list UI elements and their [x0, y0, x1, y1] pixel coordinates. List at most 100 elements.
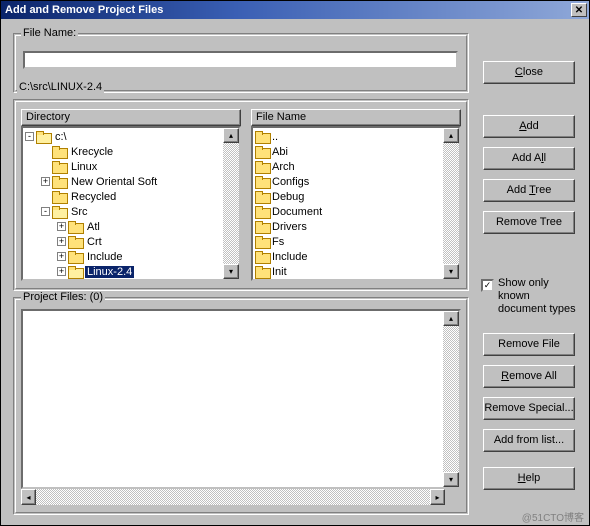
scroll-down-icon[interactable]: ▾ [443, 472, 459, 487]
folder-icon [68, 266, 82, 277]
directory-scrollbar[interactable]: ▴ ▾ [223, 128, 239, 279]
folder-icon [52, 161, 66, 172]
expander-icon[interactable]: + [57, 237, 66, 246]
help-button[interactable]: Help [483, 467, 575, 490]
file-item-label: Debug [272, 191, 304, 203]
file-item-label: Configs [272, 176, 309, 188]
scroll-up-icon[interactable]: ▴ [443, 311, 459, 326]
file-item[interactable]: Arch [253, 159, 443, 174]
file-item-label: Init [272, 266, 287, 278]
folder-icon [255, 266, 269, 277]
remove-special-button[interactable]: Remove Special... [483, 397, 575, 420]
file-item-label: Fs [272, 236, 284, 248]
file-item[interactable]: Configs [253, 174, 443, 189]
tree-item-label: Include [85, 251, 124, 263]
add-button[interactable]: Add [483, 115, 575, 138]
expander-icon [41, 162, 50, 171]
tree-item-label: Krecycle [69, 146, 115, 158]
file-list[interactable]: .. Abi Arch Configs Debug DocumentDrivers Fs In… [251, 126, 461, 281]
tree-item[interactable]: + New Oriental Soft [23, 174, 223, 189]
title-bar[interactable]: Add and Remove Project Files ✕ [1, 1, 589, 19]
folder-icon [52, 176, 66, 187]
tree-item-label: Linux-2.4 [85, 266, 134, 278]
add-all-button[interactable]: Add All [483, 147, 575, 170]
file-item[interactable]: Drivers [253, 219, 443, 234]
folder-icon [255, 251, 269, 262]
close-icon[interactable]: ✕ [571, 3, 587, 17]
scroll-right-icon[interactable]: ▸ [430, 489, 445, 505]
current-path-label: C:\src\LINUX-2.4 [17, 81, 104, 93]
file-item-label: Abi [272, 146, 288, 158]
folder-icon [52, 206, 66, 217]
directory-header[interactable]: Directory [21, 109, 241, 126]
project-scrollbar-v[interactable]: ▴ ▾ [443, 311, 459, 487]
project-files-label: Project Files: (0) [21, 291, 105, 303]
tree-item[interactable]: + Include [23, 249, 223, 264]
folder-icon [68, 221, 82, 232]
folder-icon [255, 146, 269, 157]
expander-icon[interactable]: + [57, 222, 66, 231]
scroll-up-icon[interactable]: ▴ [223, 128, 239, 143]
file-item[interactable]: Debug [253, 189, 443, 204]
tree-item[interactable]: -c:\ [23, 129, 223, 144]
file-item-label: Include [272, 251, 307, 263]
file-name-input[interactable] [23, 51, 458, 69]
file-header[interactable]: File Name [251, 109, 461, 126]
file-item[interactable]: Include [253, 249, 443, 264]
file-scrollbar[interactable]: ▴ ▾ [443, 128, 459, 279]
expander-icon[interactable]: + [57, 267, 66, 276]
expander-icon[interactable]: - [41, 207, 50, 216]
watermark: @51CTO博客 [522, 509, 584, 524]
tree-item[interactable]: - Src [23, 204, 223, 219]
expander-icon [41, 147, 50, 156]
add-from-list-button[interactable]: Add from list... [483, 429, 575, 452]
file-item[interactable]: Init [253, 264, 443, 279]
add-tree-button[interactable]: Add Tree [483, 179, 575, 202]
tree-item[interactable]: + Linux-2.4 [23, 264, 223, 279]
tree-item-label: New Oriental Soft [69, 176, 159, 188]
file-item[interactable]: Abi [253, 144, 443, 159]
folder-icon [52, 191, 66, 202]
project-files-list[interactable]: ▴ ▾ [21, 309, 461, 489]
directory-pane: Directory -c:\ Krecycle Linux + New Oriental… [21, 109, 241, 281]
file-name-label: File Name: [21, 27, 78, 39]
checkbox-label: Show only known document types [498, 277, 581, 316]
remove-file-button[interactable]: Remove File [483, 333, 575, 356]
expander-icon[interactable]: + [41, 177, 50, 186]
scroll-left-icon[interactable]: ◂ [21, 489, 36, 505]
scroll-down-icon[interactable]: ▾ [443, 264, 459, 279]
file-item[interactable]: Document [253, 204, 443, 219]
expander-icon[interactable]: + [57, 252, 66, 261]
remove-tree-button[interactable]: Remove Tree [483, 211, 575, 234]
tree-item[interactable]: + Atl [23, 219, 223, 234]
folder-icon [255, 131, 269, 142]
close-button[interactable]: Close [483, 61, 575, 84]
tree-item-label: Recycled [69, 191, 118, 203]
expander-icon[interactable]: - [25, 132, 34, 141]
file-item-label: Arch [272, 161, 295, 173]
file-item-label: Document [272, 206, 322, 218]
tree-item[interactable]: Linux [23, 159, 223, 174]
project-scrollbar-h[interactable]: ◂ ▸ [21, 489, 445, 505]
tree-item-label: Atl [85, 221, 102, 233]
folder-icon [68, 251, 82, 262]
window-title: Add and Remove Project Files [3, 4, 571, 16]
tree-item[interactable]: + Crt [23, 234, 223, 249]
expander-icon [41, 192, 50, 201]
directory-list[interactable]: -c:\ Krecycle Linux + New Oriental Soft Recyc… [21, 126, 241, 281]
file-item[interactable]: .. [253, 129, 443, 144]
client-area: File Name: C:\src\LINUX-2.4 Directory -c… [1, 19, 589, 525]
project-files-pane: ▴ ▾ ◂ ▸ [21, 309, 461, 505]
folder-icon [255, 161, 269, 172]
show-known-types-checkbox[interactable]: ✓ Show only known document types [481, 277, 581, 316]
file-item[interactable]: Fs [253, 234, 443, 249]
scroll-down-icon[interactable]: ▾ [223, 264, 239, 279]
tree-item[interactable]: Recycled [23, 189, 223, 204]
tree-item-label: Linux [69, 161, 99, 173]
tree-item-label: Src [69, 206, 90, 218]
remove-all-button[interactable]: Remove All [483, 365, 575, 388]
checkbox-icon[interactable]: ✓ [481, 279, 494, 292]
scroll-up-icon[interactable]: ▴ [443, 128, 459, 143]
tree-item-label: Crt [85, 236, 104, 248]
tree-item[interactable]: Krecycle [23, 144, 223, 159]
